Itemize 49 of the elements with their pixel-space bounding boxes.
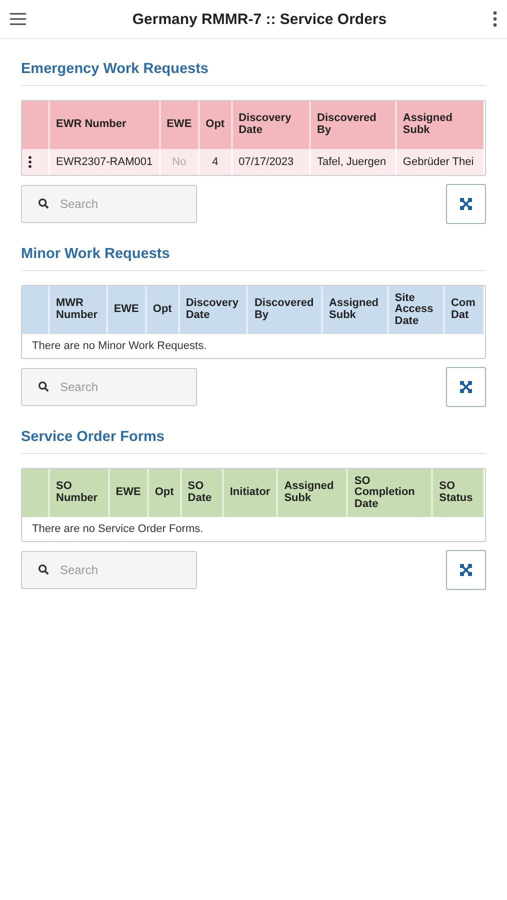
empty-message: There are no Minor Work Requests. — [22, 334, 484, 358]
column-header[interactable]: Opt — [148, 469, 181, 517]
expand-button[interactable] — [446, 367, 486, 407]
table-cell: EWR2307-RAM001 — [49, 149, 160, 175]
section-title: Minor Work Requests — [21, 224, 486, 271]
column-header[interactable]: Assigned Subk — [396, 101, 484, 149]
search-icon — [38, 381, 49, 392]
search-icon — [38, 198, 49, 209]
column-header[interactable]: SO Date — [180, 469, 223, 517]
column-header[interactable]: SO Completion Date — [347, 469, 432, 517]
column-header[interactable]: Site Access Date — [388, 286, 444, 334]
column-header[interactable]: Discovery Date — [178, 286, 248, 334]
expand-icon — [460, 564, 472, 576]
column-header[interactable]: MWR Number — [49, 286, 107, 334]
search-icon — [38, 564, 49, 575]
empty-message: There are no Service Order Forms. — [22, 517, 484, 541]
column-header[interactable]: SO Number — [49, 469, 109, 517]
expand-icon — [460, 198, 472, 210]
column-header[interactable]: Opt — [146, 286, 179, 334]
table-cell: 07/17/2023 — [232, 149, 310, 175]
column-header[interactable]: EWE — [160, 101, 199, 149]
column-header[interactable]: Discovered By — [247, 286, 322, 334]
row-menu-icon[interactable] — [28, 156, 32, 168]
expand-button[interactable] — [446, 184, 486, 224]
column-header[interactable]: EWE — [108, 469, 148, 517]
column-header[interactable]: Com Dat — [444, 286, 484, 334]
expand-icon — [460, 381, 472, 393]
section-title: Emergency Work Requests — [21, 39, 486, 86]
column-header[interactable]: Discovery Date — [232, 101, 310, 149]
column-header[interactable]: Initiator — [222, 469, 278, 517]
page-title: Germany RMMR-7 :: Service Orders — [132, 10, 387, 28]
search-field[interactable]: Search — [21, 368, 197, 406]
column-header[interactable]: SO Status — [432, 469, 484, 517]
table-cell: Tafel, Juergen — [310, 149, 396, 175]
column-header[interactable]: EWR Number — [49, 101, 160, 149]
search-field[interactable]: Search — [21, 185, 197, 223]
section-title: Service Order Forms — [21, 407, 486, 454]
column-header[interactable]: Assigned Subk — [322, 286, 388, 334]
table-cell: No — [160, 149, 199, 175]
more-options-icon[interactable] — [492, 11, 497, 27]
expand-button[interactable] — [446, 550, 486, 590]
search-field[interactable]: Search — [21, 551, 197, 589]
table-cell: 4 — [198, 149, 232, 175]
menu-icon[interactable] — [10, 13, 26, 25]
column-header[interactable]: Assigned Subk — [277, 469, 348, 517]
column-header[interactable]: EWE — [106, 286, 146, 334]
column-header[interactable]: Discovered By — [310, 101, 396, 149]
column-header[interactable]: Opt — [198, 101, 232, 149]
table-cell: Gebrüder Thei — [396, 149, 484, 175]
